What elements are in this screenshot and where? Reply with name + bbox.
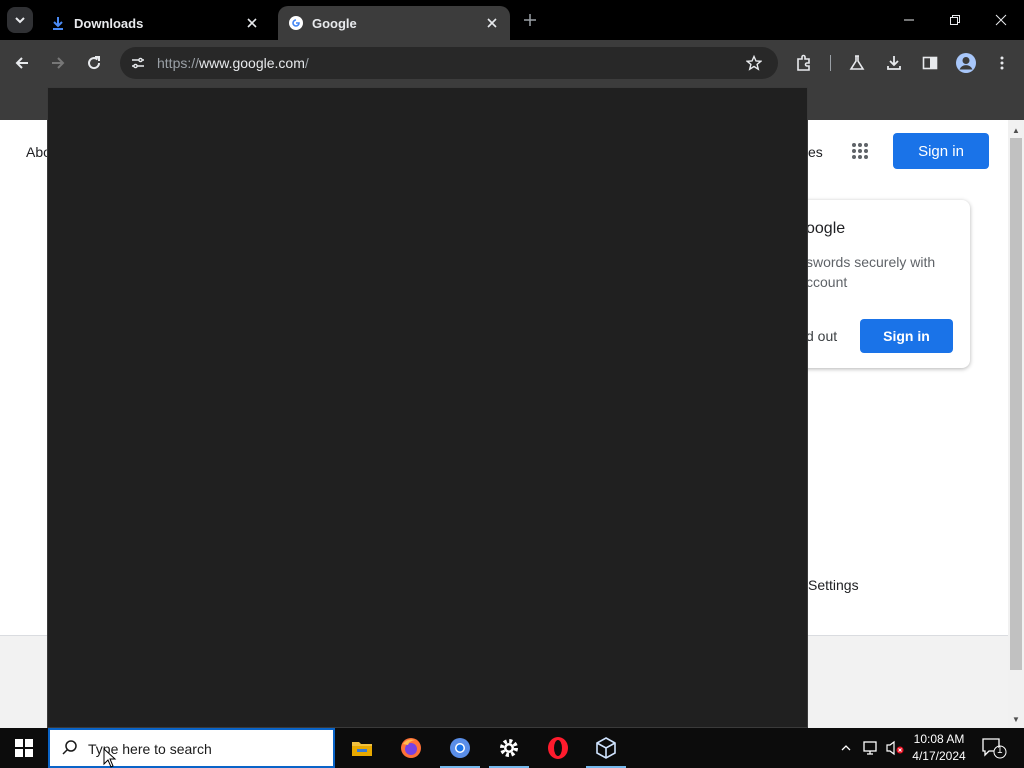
tab-search-button[interactable]: [7, 7, 33, 33]
clock-date: 4/17/2024: [912, 749, 966, 763]
avatar-icon: [956, 53, 976, 73]
download-icon: [887, 56, 901, 70]
chrome-icon[interactable]: [436, 728, 484, 768]
address-bar[interactable]: https://www.google.com/: [120, 47, 778, 79]
arrow-left-icon: [15, 57, 28, 69]
system-clock[interactable]: 10:08 AM 4/17/2024: [906, 731, 972, 765]
menu-button[interactable]: [990, 51, 1014, 75]
bookmark-star-icon[interactable]: [744, 53, 764, 73]
images-link[interactable]: es: [808, 144, 823, 160]
download-icon: [50, 15, 66, 31]
side-panel-button[interactable]: [918, 51, 942, 75]
mouse-cursor-icon: [103, 748, 117, 768]
restore-icon: [950, 15, 960, 25]
forward-button[interactable]: [46, 51, 70, 75]
show-hidden-icons-chevron-icon[interactable]: [836, 738, 856, 758]
arrow-right-icon: [52, 57, 65, 69]
clock-time: 10:08 AM: [913, 732, 965, 746]
chevron-down-icon: [15, 17, 25, 24]
restore-button[interactable]: [940, 8, 970, 32]
minimize-button[interactable]: [894, 8, 924, 32]
back-button[interactable]: [10, 51, 34, 75]
taskbar: Type here to search 10:08 AM 4/17/2024 1: [0, 728, 1024, 768]
settings-gear-icon[interactable]: [485, 728, 533, 768]
tab-title: Google: [312, 15, 357, 31]
virtualbox-icon[interactable]: [582, 728, 630, 768]
volume-muted-icon[interactable]: [885, 738, 905, 758]
blank-popup-window[interactable]: [47, 87, 808, 728]
plus-icon: [524, 14, 536, 26]
taskbar-search-box[interactable]: Type here to search: [48, 728, 335, 768]
notification-count: 1: [997, 745, 1003, 756]
tab-downloads[interactable]: Downloads: [40, 6, 270, 40]
notification-center-button[interactable]: 1: [980, 736, 1008, 760]
google-apps-icon[interactable]: [848, 139, 872, 163]
site-info-icon[interactable]: [128, 53, 148, 73]
labs-button[interactable]: [845, 51, 869, 75]
tab-title: Downloads: [74, 15, 144, 31]
close-icon: [995, 14, 1007, 26]
toolbar-divider: [830, 55, 831, 71]
downloads-button[interactable]: [882, 51, 906, 75]
windows-logo-icon: [15, 739, 33, 757]
puzzle-icon: [797, 54, 810, 71]
close-window-button[interactable]: [986, 8, 1016, 32]
close-tab-icon[interactable]: [244, 15, 260, 31]
flask-icon: [849, 55, 865, 70]
file-explorer-icon[interactable]: [338, 728, 386, 768]
google-g-icon: [288, 15, 304, 31]
card-title: oogle: [806, 220, 846, 237]
close-tab-icon[interactable]: [484, 15, 500, 31]
tab-strip: Downloads Google: [0, 0, 1024, 40]
scroll-down-arrow-icon[interactable]: ▼: [1008, 711, 1024, 727]
scrollbar-thumb[interactable]: [1010, 138, 1022, 670]
scroll-up-arrow-icon[interactable]: ▲: [1008, 122, 1024, 138]
kebab-menu-icon: [1000, 56, 1004, 70]
card-body: swords securely with ccount: [806, 254, 936, 290]
firefox-icon[interactable]: [387, 728, 435, 768]
stay-signed-out-link[interactable]: d out: [806, 328, 837, 344]
opera-icon[interactable]: [534, 728, 582, 768]
sign-in-button[interactable]: Sign in: [893, 133, 989, 169]
profile-button[interactable]: [954, 51, 978, 75]
reload-icon: [88, 56, 101, 70]
notification-icon: [982, 738, 1007, 759]
start-button[interactable]: [0, 728, 48, 768]
tab-google[interactable]: Google: [278, 6, 510, 40]
footer-settings-link[interactable]: Settings: [808, 577, 859, 593]
card-sign-in-button[interactable]: Sign in: [860, 319, 953, 353]
search-icon: [62, 740, 77, 755]
side-panel-icon: [922, 56, 938, 70]
new-tab-button[interactable]: [519, 9, 541, 31]
minimize-icon: [904, 19, 914, 21]
reload-button[interactable]: [82, 51, 106, 75]
extensions-button[interactable]: [792, 51, 816, 75]
network-icon[interactable]: [861, 738, 881, 758]
url-text: https://www.google.com/: [157, 55, 309, 71]
